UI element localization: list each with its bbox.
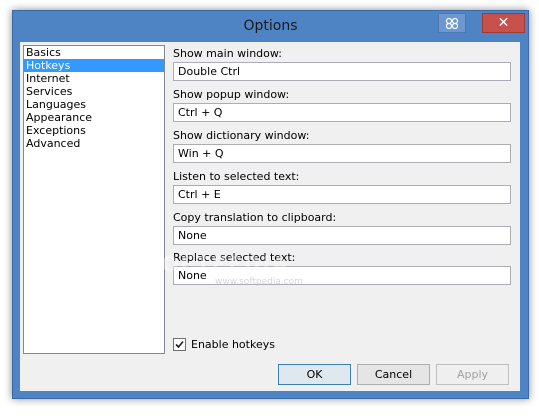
main-window-hotkey-field[interactable]: Double Ctrl <box>173 62 511 81</box>
dialog-client-area: Basics Hotkeys Internet Services Languag… <box>20 42 520 391</box>
close-button[interactable]: ✕ <box>482 13 525 33</box>
copy-translation-label: Copy translation to clipboard: <box>173 211 337 224</box>
options-window: Options ✕ Basics Hotkeys Internet Servic… <box>12 10 529 399</box>
category-item-appearance[interactable]: Appearance <box>24 111 164 124</box>
category-item-basics[interactable]: Basics <box>24 46 164 59</box>
category-item-hotkeys[interactable]: Hotkeys <box>24 59 164 72</box>
watermark-url: www.softpedia.com <box>215 277 303 287</box>
category-item-languages[interactable]: Languages <box>24 98 164 111</box>
category-item-services[interactable]: Services <box>24 85 164 98</box>
dictionary-window-label: Show dictionary window: <box>173 129 310 142</box>
restore-button[interactable] <box>438 13 466 33</box>
popup-window-hotkey-field[interactable]: Ctrl + Q <box>173 103 511 122</box>
listen-selected-label: Listen to selected text: <box>173 170 300 183</box>
enable-hotkeys-label[interactable]: Enable hotkeys <box>191 338 275 351</box>
enable-hotkeys-row[interactable]: Enable hotkeys <box>173 336 275 352</box>
popup-window-label: Show popup window: <box>173 88 290 101</box>
ok-button[interactable]: OK <box>278 364 351 385</box>
category-item-internet[interactable]: Internet <box>24 72 164 85</box>
main-window-label: Show main window: <box>173 47 282 60</box>
dictionary-window-hotkey-field[interactable]: Win + Q <box>173 144 511 163</box>
apply-button[interactable]: Apply <box>436 364 509 385</box>
cancel-button[interactable]: Cancel <box>357 364 430 385</box>
close-icon: ✕ <box>497 15 510 31</box>
copy-translation-hotkey-field[interactable]: None <box>173 226 511 245</box>
category-list[interactable]: Basics Hotkeys Internet Services Languag… <box>23 45 165 354</box>
checkmark-icon <box>175 340 184 348</box>
category-item-advanced[interactable]: Advanced <box>24 137 164 150</box>
restore-icon <box>445 17 459 29</box>
title-bar[interactable]: Options ✕ <box>13 11 528 44</box>
watermark-logo: SOFTPEDIA <box>145 252 290 276</box>
category-item-exceptions[interactable]: Exceptions <box>24 124 164 137</box>
listen-selected-hotkey-field[interactable]: Ctrl + E <box>173 185 511 204</box>
enable-hotkeys-checkbox[interactable] <box>173 337 186 351</box>
